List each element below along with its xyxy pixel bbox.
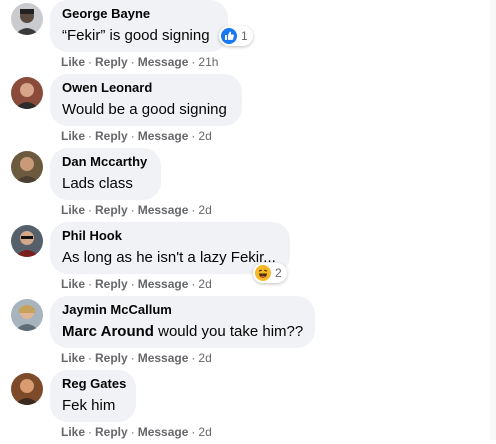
avatar[interactable] bbox=[11, 3, 43, 35]
comment-author[interactable]: Owen Leonard bbox=[62, 80, 230, 96]
message-link[interactable]: Message bbox=[138, 129, 189, 143]
comment-timestamp[interactable]: 2d bbox=[198, 203, 211, 217]
haha-icon bbox=[255, 265, 271, 281]
comment: Owen Leonard Would be a good signing Lik… bbox=[0, 74, 496, 148]
comment-bubble: Jaymin McCallum Marc Around would you ta… bbox=[50, 296, 315, 348]
comment-bubble: Dan Mccarthy Lads class bbox=[50, 148, 161, 200]
comment-author[interactable]: Phil Hook bbox=[62, 228, 278, 244]
comment-bubble: Owen Leonard Would be a good signing bbox=[50, 74, 242, 126]
avatar[interactable] bbox=[11, 151, 43, 183]
comment-actions: Like · Reply · Message · 2d bbox=[61, 203, 212, 217]
reaction-count: 1 bbox=[241, 29, 248, 43]
comment-timestamp[interactable]: 21h bbox=[198, 55, 218, 69]
comment-text: Would be a good signing bbox=[62, 101, 227, 118]
comment-text: As long as he isn't a lazy Fekir... bbox=[62, 249, 276, 266]
reply-link[interactable]: Reply bbox=[95, 277, 128, 291]
comment-actions: Like · Reply · Message · 2d bbox=[61, 277, 212, 291]
message-link[interactable]: Message bbox=[138, 203, 189, 217]
comment-author[interactable]: Reg Gates bbox=[62, 376, 126, 392]
comment: Dan Mccarthy Lads class Like · Reply · Messa… bbox=[0, 148, 496, 222]
reaction-count: 2 bbox=[275, 266, 282, 280]
message-link[interactable]: Message bbox=[138, 55, 189, 69]
like-icon bbox=[221, 28, 237, 44]
comment-text-rest: would you take him?? bbox=[153, 323, 304, 340]
comment-timestamp[interactable]: 2d bbox=[198, 351, 211, 365]
comment-actions: Like · Reply · Message · 2d bbox=[61, 351, 212, 365]
comment-text: Marc Around would you take him?? bbox=[62, 322, 303, 342]
comment-actions: Like · Reply · Message · 2d bbox=[61, 425, 212, 439]
avatar[interactable] bbox=[11, 77, 43, 109]
comment-bubble: Reg Gates Fek him bbox=[50, 370, 136, 422]
comment-author[interactable]: Jaymin McCallum bbox=[62, 302, 303, 318]
comment-author[interactable]: Dan Mccarthy bbox=[62, 154, 149, 170]
reply-link[interactable]: Reply bbox=[95, 129, 128, 143]
reply-link[interactable]: Reply bbox=[95, 203, 128, 217]
comment-text: Lads class bbox=[62, 175, 133, 192]
comment-timestamp[interactable]: 2d bbox=[198, 425, 211, 439]
comment-bubble: George Bayne “Fekir” is good signing bbox=[50, 0, 228, 52]
like-link[interactable]: Like bbox=[61, 55, 85, 69]
scrollbar-track[interactable] bbox=[490, 0, 496, 440]
like-link[interactable]: Like bbox=[61, 203, 85, 217]
comment: Phil Hook As long as he isn't a lazy Fek… bbox=[0, 222, 496, 296]
reaction-badge[interactable]: 2 bbox=[253, 263, 287, 283]
comment-actions: Like · Reply · Message · 21h bbox=[61, 55, 219, 69]
like-link[interactable]: Like bbox=[61, 277, 85, 291]
avatar[interactable] bbox=[11, 299, 43, 331]
message-link[interactable]: Message bbox=[138, 351, 189, 365]
message-link[interactable]: Message bbox=[138, 277, 189, 291]
reply-link[interactable]: Reply bbox=[95, 425, 128, 439]
comment: Jaymin McCallum Marc Around would you ta… bbox=[0, 296, 496, 370]
comment-text: Fek him bbox=[62, 397, 116, 414]
like-link[interactable]: Like bbox=[61, 425, 85, 439]
comment-timestamp[interactable]: 2d bbox=[198, 277, 211, 291]
like-link[interactable]: Like bbox=[61, 351, 85, 365]
avatar[interactable] bbox=[11, 373, 43, 405]
comment-actions: Like · Reply · Message · 2d bbox=[61, 129, 212, 143]
comment: George Bayne “Fekir” is good signing 1 L… bbox=[0, 0, 496, 74]
comment: Reg Gates Fek him Like · Reply · Message · 2d bbox=[0, 370, 496, 444]
comment-timestamp[interactable]: 2d bbox=[198, 129, 211, 143]
reaction-badge[interactable]: 1 bbox=[219, 26, 253, 46]
avatar[interactable] bbox=[11, 225, 43, 257]
reply-link[interactable]: Reply bbox=[95, 351, 128, 365]
message-link[interactable]: Message bbox=[138, 425, 189, 439]
comment-author[interactable]: George Bayne bbox=[62, 6, 216, 22]
mention-link[interactable]: Marc Around bbox=[62, 323, 154, 340]
like-link[interactable]: Like bbox=[61, 129, 85, 143]
comment-text: “Fekir” is good signing bbox=[62, 27, 210, 44]
reply-link[interactable]: Reply bbox=[95, 55, 128, 69]
